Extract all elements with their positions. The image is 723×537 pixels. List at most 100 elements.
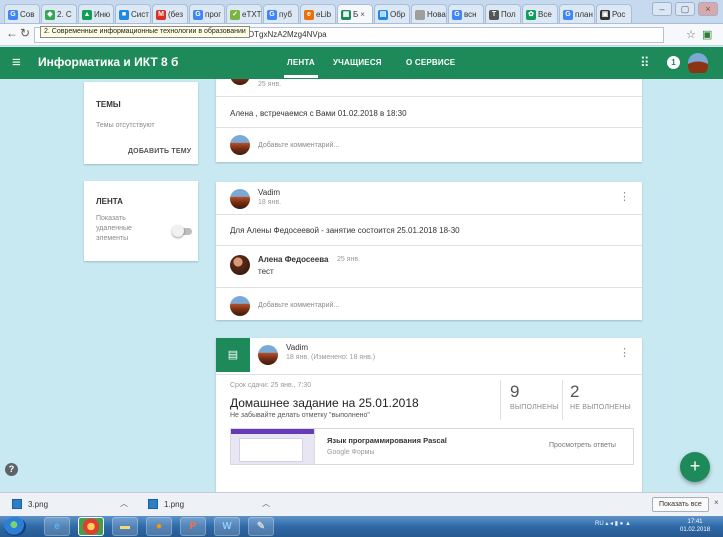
- post-date: 25 янв.: [258, 81, 282, 88]
- add-comment-input[interactable]: Добавьте комментарий...: [258, 302, 339, 309]
- chevron-up-icon[interactable]: ︿: [262, 498, 270, 509]
- extension-icon[interactable]: ▣: [702, 28, 712, 41]
- paint-icon[interactable]: ✎: [248, 517, 274, 536]
- chevron-up-icon[interactable]: ︿: [120, 498, 128, 509]
- add-topic-button[interactable]: ДОБАВИТЬ ТЕМУ: [128, 148, 191, 155]
- close-shelf-icon[interactable]: ×: [714, 498, 719, 507]
- media-player-icon[interactable]: ●: [146, 517, 172, 536]
- tab-favicon-icon: ▲: [82, 9, 92, 20]
- tab-label: Сист: [131, 10, 149, 19]
- tab-stream[interactable]: ЛЕНТА: [284, 58, 318, 78]
- author-avatar: [258, 345, 278, 365]
- start-button[interactable]: [4, 517, 26, 536]
- view-answers-link[interactable]: Просмотреть ответы: [549, 442, 616, 449]
- assignment-post: ▤ Vadim 18 янв. (Изменено: 18 янв.) ⋮ Ср…: [216, 338, 642, 492]
- bookmark-star-icon[interactable]: ☆: [686, 28, 696, 41]
- author-avatar: [230, 79, 250, 85]
- tab-label: Иню: [94, 10, 111, 19]
- topics-title: ТЕМЫ: [96, 100, 121, 109]
- browser-tab[interactable]: T Пол: [485, 4, 521, 23]
- assignment-date: 18 янв. (Изменено: 18 янв.): [286, 354, 376, 361]
- divider: [216, 127, 642, 128]
- divider: [216, 214, 642, 215]
- download-item[interactable]: 3.png: [12, 499, 48, 509]
- profile-avatar[interactable]: [688, 53, 708, 73]
- back-arrow-icon[interactable]: ←: [6, 26, 18, 40]
- more-options-icon[interactable]: ⋮: [619, 190, 630, 203]
- tab-label: Рос: [612, 10, 626, 19]
- close-tab-icon[interactable]: ×: [360, 10, 365, 19]
- tab-favicon-icon: G: [8, 9, 18, 20]
- show-deleted-label: Показать удаленные элементы: [96, 215, 132, 242]
- tab-favicon-icon: ✿: [526, 9, 536, 20]
- commenter-avatar: [230, 135, 250, 155]
- reload-icon[interactable]: ↻: [20, 26, 30, 40]
- due-date: Срок сдачи: 25 янв., 7:30: [230, 382, 312, 389]
- more-options-icon[interactable]: ⋮: [619, 79, 630, 80]
- word-icon[interactable]: W: [214, 517, 240, 536]
- chrome-icon[interactable]: [78, 517, 104, 536]
- browser-tab[interactable]: G Сов: [4, 4, 40, 23]
- divider: [216, 287, 642, 288]
- tab-about[interactable]: О СЕРВИСЕ: [406, 58, 455, 67]
- assignment-note: Не забывайте делать отметку "выполнено": [230, 412, 370, 419]
- browser-tab[interactable]: Gпрог: [189, 4, 225, 23]
- attachment-google-form[interactable]: Язык программирования Pascal Google Форм…: [230, 428, 634, 465]
- minimize-window-button[interactable]: –: [652, 2, 672, 16]
- show-deleted-toggle[interactable]: [172, 225, 192, 237]
- notifications-badge[interactable]: 1: [667, 56, 680, 69]
- post-author: Vadim: [258, 188, 281, 197]
- commenter-avatar: [230, 296, 250, 316]
- not-done-count[interactable]: 2: [570, 382, 579, 402]
- powerpoint-icon[interactable]: P: [180, 517, 206, 536]
- stats-divider: [500, 380, 501, 420]
- tab-favicon-icon: T: [489, 9, 499, 20]
- download-filename: 3.png: [28, 499, 49, 509]
- ie-icon[interactable]: e: [44, 517, 70, 536]
- add-comment-input[interactable]: Добавьте комментарий...: [258, 142, 339, 149]
- browser-tab[interactable]: ✿ Все: [522, 4, 558, 23]
- folder-icon[interactable]: ▬: [112, 517, 138, 536]
- download-shelf: 3.png ︿ 1.png ︿ Показать все ×: [0, 492, 723, 516]
- menu-icon[interactable]: ≡: [12, 54, 21, 71]
- browser-tab[interactable]: M (без: [152, 4, 188, 23]
- tab-label: 2. С: [57, 10, 72, 19]
- download-item[interactable]: 1.png: [148, 499, 184, 509]
- browser-tab[interactable]: Gпуб: [263, 4, 299, 23]
- tab-favicon-icon: ▦: [341, 9, 351, 20]
- attachment-title: Язык программирования Pascal: [327, 436, 447, 445]
- clock[interactable]: 17:41 01.02.2018: [680, 518, 710, 534]
- maximize-window-button[interactable]: ▢: [675, 2, 695, 16]
- language-indicator[interactable]: RU: [595, 521, 604, 527]
- system-tray: RU ▴ ◂ ▮ ● ▲: [595, 521, 631, 527]
- clock-time: 17:41: [687, 519, 703, 525]
- browser-tab[interactable]: Gвсн: [448, 4, 484, 23]
- show-all-downloads-button[interactable]: Показать все: [652, 497, 709, 512]
- stream-settings-card: ЛЕНТА Показать удаленные элементы: [84, 181, 198, 261]
- tab-favicon-icon: ■: [119, 9, 129, 20]
- close-window-button[interactable]: ×: [698, 2, 718, 16]
- browser-tab[interactable]: e eLib: [300, 4, 336, 23]
- browser-tab[interactable]: ✓ eTXT: [226, 4, 262, 23]
- done-count[interactable]: 9: [510, 382, 519, 402]
- tab-students[interactable]: УЧАЩИЕСЯ: [333, 58, 382, 67]
- browser-tab[interactable]: ▤ Обр: [374, 4, 410, 23]
- browser-tab[interactable]: ■ Сист: [115, 4, 151, 23]
- browser-tab[interactable]: ▣ Рос: [596, 4, 632, 23]
- attachment-type: Google Формы: [327, 449, 375, 456]
- browser-tab[interactable]: ◆ 2. С: [41, 4, 77, 23]
- browser-tab[interactable]: Новая: [411, 4, 447, 23]
- more-options-icon[interactable]: ⋮: [619, 346, 630, 359]
- browser-tab[interactable]: Gплан: [559, 4, 595, 23]
- help-icon[interactable]: ?: [5, 463, 18, 476]
- apps-grid-icon[interactable]: ⠿: [640, 55, 650, 71]
- not-done-label: НЕ ВЫПОЛНЕНЫ: [570, 404, 631, 411]
- form-thumbnail: [231, 429, 315, 464]
- assignment-title[interactable]: Домашнее задание на 25.01.2018: [230, 396, 419, 410]
- browser-tab[interactable]: ▲ Иню: [78, 4, 114, 23]
- browser-tab[interactable]: ▦ Б ×: [337, 4, 373, 23]
- class-title[interactable]: Информатика и ИКТ 8 б: [38, 55, 178, 69]
- tab-favicon-icon: ▣: [600, 9, 610, 20]
- add-post-button[interactable]: +: [680, 452, 710, 482]
- tab-favicon-icon: M: [156, 9, 166, 20]
